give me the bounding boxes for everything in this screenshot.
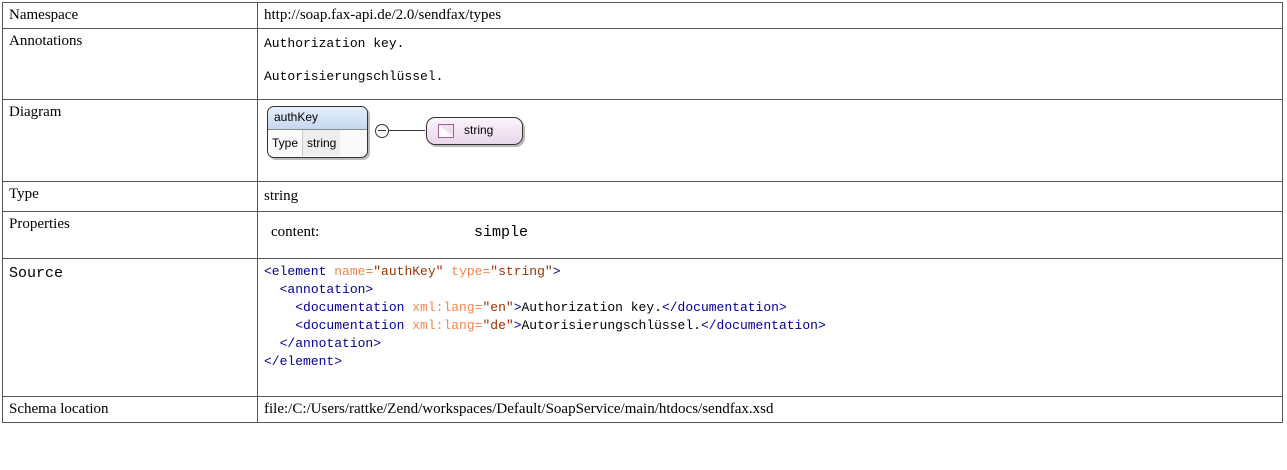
diagram-cell: authKey Type string string (257, 99, 1283, 182)
source-row: Source <element name="authKey" type="str… (2, 258, 1283, 397)
source-label: Source (2, 258, 258, 397)
schema-location-label: Schema location (2, 396, 258, 423)
schema-location-value: file:/C:/Users/rattke/Zend/workspaces/De… (257, 396, 1283, 423)
code-token: <documentation (295, 318, 405, 333)
code-token: name= (334, 264, 374, 279)
code-token: "string" (490, 264, 553, 279)
code-token: </documentation> (700, 318, 826, 333)
annotations-row: Annotations Authorization key. Autorisie… (2, 28, 1283, 100)
code-token: > (513, 318, 522, 333)
code-token: > (513, 300, 522, 315)
annotations-label: Annotations (2, 28, 258, 100)
namespace-value: http://soap.fax-api.de/2.0/sendfax/types (257, 2, 1283, 29)
annotations-value: Authorization key. Autorisierungschlüsse… (257, 28, 1283, 100)
source-code: <element name="authKey" type="string"> <… (257, 258, 1283, 397)
code-token: </annotation> (279, 336, 382, 351)
code-token: xml:lang= (412, 300, 483, 315)
code-token: "en" (482, 300, 514, 315)
type-label: Type (2, 181, 258, 212)
properties-label: Properties (2, 211, 258, 259)
connector-line (389, 130, 425, 131)
simple-type-icon (438, 124, 454, 138)
sequence-icon (375, 124, 389, 138)
namespace-label: Namespace (2, 2, 258, 29)
content-value: simple (474, 224, 529, 241)
properties-row: Properties content: simple (2, 211, 1283, 259)
schema-diagram: authKey Type string string (264, 102, 1282, 162)
properties-value: content: simple (257, 211, 1283, 259)
code-token: Authorization key. (521, 300, 662, 315)
element-name: authKey (268, 107, 367, 130)
simple-type-label: string (464, 123, 494, 137)
element-box[interactable]: authKey Type string (267, 106, 368, 158)
code-token: "authKey" (373, 264, 444, 279)
element-properties-table: Namespace http://soap.fax-api.de/2.0/sen… (2, 2, 1283, 423)
element-type-key: Type (268, 130, 304, 156)
namespace-row: Namespace http://soap.fax-api.de/2.0/sen… (2, 2, 1283, 29)
code-token: </element> (264, 354, 343, 369)
code-token: Autorisierungschlüssel. (521, 318, 701, 333)
content-key: content: (271, 224, 320, 240)
annotation-en: Authorization key. (264, 36, 405, 51)
element-type-value: string (303, 130, 341, 156)
annotation-de: Autorisierungschlüssel. (264, 69, 444, 84)
code-token: <element (264, 264, 327, 279)
code-token: </documentation> (661, 300, 787, 315)
code-token: > (552, 264, 561, 279)
simple-type-box[interactable]: string (426, 117, 523, 145)
diagram-label: Diagram (2, 99, 258, 182)
type-row: Type string (2, 181, 1283, 212)
diagram-row: Diagram authKey Type string string (2, 99, 1283, 182)
code-token: <documentation (295, 300, 405, 315)
code-token: type= (451, 264, 491, 279)
element-type-row: Type string (268, 130, 367, 156)
code-token: xml:lang= (412, 318, 483, 333)
code-token: "de" (482, 318, 514, 333)
schema-location-row: Schema location file:/C:/Users/rattke/Ze… (2, 396, 1283, 423)
code-token: <annotation> (279, 282, 374, 297)
type-value: string (257, 181, 1283, 212)
